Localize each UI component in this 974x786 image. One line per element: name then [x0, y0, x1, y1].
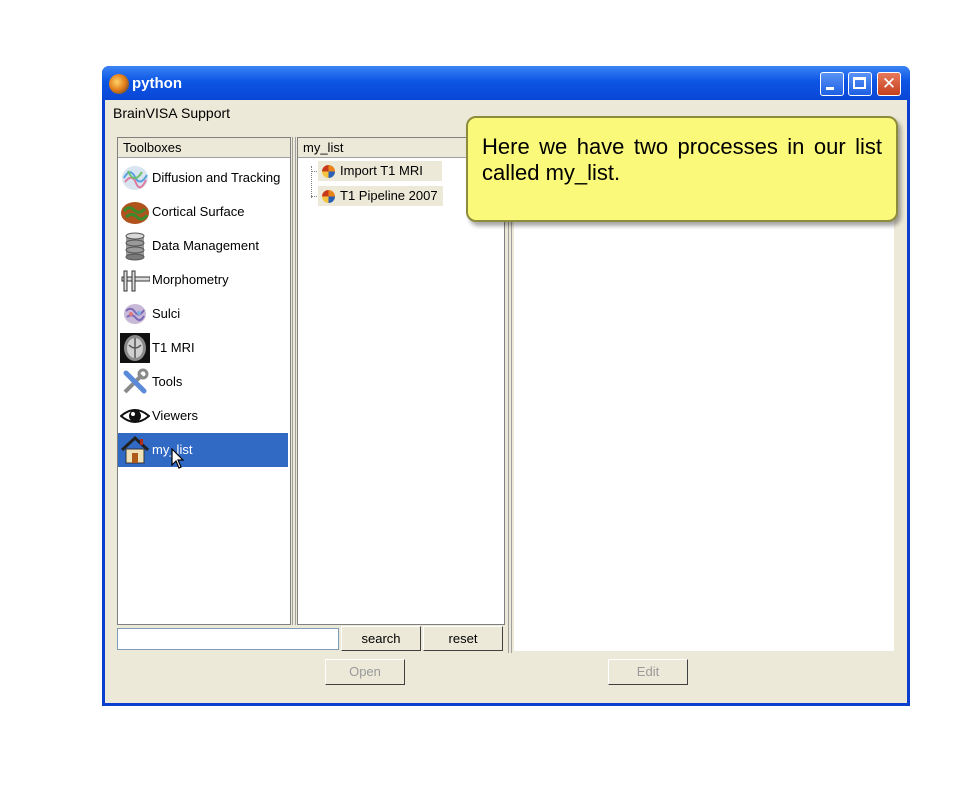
- tools-icon: [123, 368, 149, 394]
- close-icon: ✕: [881, 74, 897, 94]
- home-icon: [120, 435, 150, 464]
- toolbox-label: Sulci: [152, 306, 181, 321]
- toolbox-item-diffusion-tracking[interactable]: Diffusion and Tracking: [118, 161, 288, 195]
- toolbox-label: Morphometry: [152, 272, 229, 287]
- menu-brainvisa[interactable]: BrainVISA: [113, 105, 178, 121]
- open-button[interactable]: Open: [325, 659, 405, 685]
- toolbox-label: Data Management: [152, 238, 259, 253]
- panel-splitter[interactable]: [292, 137, 296, 625]
- title-bar[interactable]: python ✕: [102, 66, 910, 100]
- brainvisa-process-icon: [322, 190, 335, 203]
- toolbox-item-cortical-surface[interactable]: Cortical Surface: [118, 195, 288, 229]
- toolbox-item-data-management[interactable]: Data Management: [118, 229, 288, 263]
- close-button[interactable]: ✕: [877, 72, 901, 96]
- toolbox-label: Cortical Surface: [152, 204, 245, 219]
- sulci-brain-icon: [124, 304, 146, 324]
- process-item-t1-pipeline-2007[interactable]: T1 Pipeline 2007: [318, 186, 443, 206]
- toolbox-label: T1 MRI: [152, 340, 195, 355]
- t1-mri-icon: [120, 333, 150, 363]
- brainvisa-process-icon: [322, 165, 335, 178]
- caliper-icon: [121, 270, 150, 292]
- reset-button[interactable]: reset: [423, 626, 503, 651]
- toolbox-item-t1-mri[interactable]: T1 MRI: [118, 331, 288, 365]
- toolbox-label: Tools: [152, 374, 183, 389]
- toolbox-item-my-list[interactable]: my_list: [118, 433, 288, 467]
- toolbox-item-morphometry[interactable]: Morphometry: [118, 263, 288, 297]
- tutorial-callout: Here we have two processes in our list c…: [466, 116, 898, 222]
- process-label: T1 Pipeline 2007: [340, 188, 438, 203]
- cortical-surface-icon: [121, 202, 149, 224]
- toolbox-label: Diffusion and Tracking: [152, 170, 281, 185]
- process-item-import-t1-mri[interactable]: Import T1 MRI: [318, 161, 442, 181]
- search-input[interactable]: [117, 628, 339, 650]
- diffusion-tracking-icon: [122, 166, 148, 190]
- minimize-button[interactable]: [820, 72, 844, 96]
- database-icon: [125, 232, 145, 261]
- mouse-cursor-icon: [171, 448, 185, 469]
- menu-support[interactable]: Support: [181, 105, 230, 121]
- search-button[interactable]: search: [341, 626, 421, 651]
- eye-icon: [120, 409, 150, 423]
- toolbox-label: Viewers: [152, 408, 199, 423]
- toolboxes-header[interactable]: Toolboxes: [118, 138, 290, 158]
- window-title: python: [132, 75, 182, 92]
- toolbox-item-sulci[interactable]: Sulci: [118, 297, 288, 331]
- toolbox-item-viewers[interactable]: Viewers: [118, 399, 288, 433]
- maximize-button[interactable]: [848, 72, 872, 96]
- toolbox-item-tools[interactable]: Tools: [118, 365, 288, 399]
- edit-button[interactable]: Edit: [608, 659, 688, 685]
- python-app-icon: [109, 74, 129, 94]
- toolboxes-panel: Toolboxes Diffusion and Tracking Cortica…: [117, 137, 291, 625]
- process-label: Import T1 MRI: [340, 163, 423, 178]
